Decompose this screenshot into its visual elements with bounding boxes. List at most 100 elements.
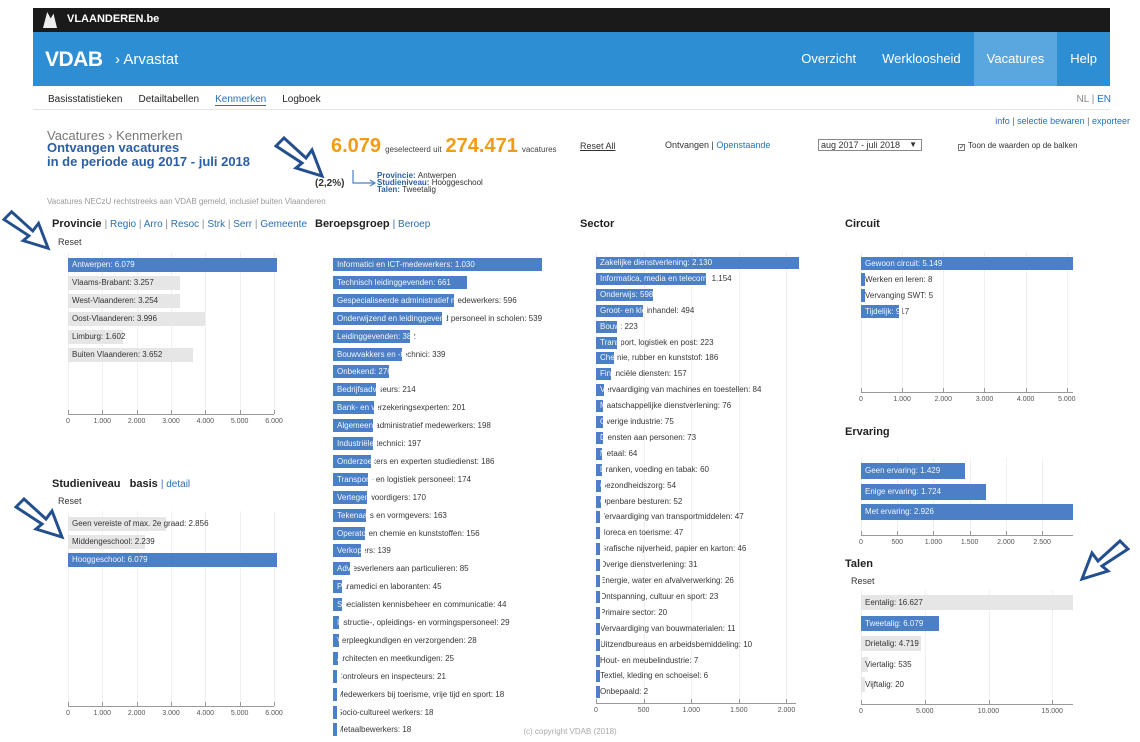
beroep-link[interactable]: Beroep — [398, 219, 430, 230]
sector-bar[interactable]: Vervaardiging van bouwmaterialen: 11 — [596, 622, 736, 635]
provincie-bar[interactable]: Vlaams-Brabant: 3.257 — [68, 276, 180, 290]
beroep-bar[interactable]: Informatici en ICT-medewerkers: 1.030 — [333, 258, 542, 271]
nav-werkloosheid[interactable]: Werkloosheid — [869, 32, 974, 86]
checkbox-icon[interactable]: ✓ — [958, 144, 965, 151]
lang-nl[interactable]: NL — [1077, 94, 1089, 105]
talen-bar[interactable]: Drietalig: 4.719 — [861, 636, 922, 651]
sector-bar[interactable]: Groot- en kleinhandel: 494 — [596, 304, 694, 317]
provincie-bar[interactable]: Antwerpen: 6.079 — [68, 258, 277, 272]
period-select[interactable]: aug 2017 - juli 2018 ▼ — [818, 139, 922, 151]
talen-bar[interactable]: Viertalig: 535 — [861, 656, 912, 672]
circuit-bar[interactable]: Gewoon circuit: 5.149 — [861, 257, 1073, 270]
beroep-bar[interactable]: Bouwvakkers en -technici: 339 — [333, 347, 446, 361]
beroep-bar[interactable]: Gespecialiseerde administratief medewerk… — [333, 293, 517, 307]
vdab-logo[interactable]: VDAB — [45, 48, 103, 72]
circuit-bar[interactable]: Tijdelijk: 917 — [861, 305, 909, 318]
beroep-bar[interactable]: Paramedici en laboranten: 45 — [333, 580, 442, 594]
sector-bar[interactable]: Informatica, media en telecom: 1.154 — [596, 272, 732, 285]
sector-bar[interactable]: Primaire sector: 20 — [596, 606, 667, 619]
tab-detailtabellen[interactable]: Detailtabellen — [138, 94, 199, 106]
ervaring-bar[interactable]: Geen ervaring: 1.429 — [861, 463, 965, 479]
sector-bar[interactable]: Vervaardiging van machines en toestellen… — [596, 384, 761, 397]
provincie-bar[interactable]: West-Vlaanderen: 3.254 — [68, 294, 180, 308]
level-link-strk[interactable]: Strk — [207, 219, 225, 230]
ontvangen-option[interactable]: Ontvangen — [665, 140, 709, 150]
export-link[interactable]: exporteer — [1092, 116, 1130, 126]
talen-reset[interactable]: Reset — [851, 576, 875, 586]
beroep-bar[interactable]: Instructie-, opleidings- en vormingspers… — [333, 616, 510, 629]
provincie-bar[interactable]: Buiten Vlaanderen: 3.652 — [68, 348, 194, 362]
nav-vacatures[interactable]: Vacatures — [973, 32, 1058, 86]
provincie-bar[interactable]: Oost-Vlaanderen: 3.996 — [68, 312, 206, 326]
beroep-bar[interactable]: Leidinggevenden: 382 — [333, 329, 416, 343]
beroep-bar[interactable]: Algemeen administratief medewerkers: 198 — [333, 419, 491, 433]
sector-bar[interactable]: Hout- en meubelindustrie: 7 — [596, 654, 698, 667]
nav-overzicht[interactable]: Overzicht — [788, 32, 869, 86]
beroep-bar[interactable]: Bedrijfsadviseurs: 214 — [333, 383, 416, 397]
vlaanderen-link[interactable]: VLAANDEREN.be — [67, 13, 159, 25]
save-selection-link[interactable]: selectie bewaren — [1017, 116, 1085, 126]
level-link-serr[interactable]: Serr — [233, 219, 252, 230]
sector-bar[interactable]: Dranken, voeding en tabak: 60 — [596, 463, 709, 476]
ervaring-bar[interactable]: Enige ervaring: 1.724 — [861, 483, 986, 500]
beroep-bar[interactable]: Controleurs en inspecteurs: 21 — [333, 669, 446, 683]
beroep-bar[interactable]: Vertegenwoordigers: 170 — [333, 490, 426, 504]
provincie-bar[interactable]: Limburg: 1.602 — [68, 330, 125, 344]
beroep-bar[interactable]: Industriële technici: 197 — [333, 437, 421, 450]
nav-help[interactable]: Help — [1057, 32, 1110, 86]
sector-bar[interactable]: Diensten aan personen: 73 — [596, 431, 696, 444]
beroep-bar[interactable]: Onderwijzend en leidinggevend personeel … — [333, 311, 542, 325]
sector-bar[interactable]: Overige dienstverlening: 31 — [596, 559, 697, 572]
sector-bar[interactable]: Chemie, rubber en kunststof: 186 — [596, 352, 718, 365]
app-breadcrumb[interactable]: › Arvastat — [115, 51, 178, 68]
detail-link[interactable]: detail — [166, 479, 190, 490]
beroep-bar[interactable]: Medewerkers bij toerisme, vrije tijd en … — [333, 687, 504, 701]
studie-bar[interactable]: Hooggeschool: 6.079 — [68, 553, 277, 567]
talen-bar[interactable]: Eentalig: 16.627 — [861, 595, 1073, 610]
level-link-regio[interactable]: Regio — [110, 219, 136, 230]
beroep-bar[interactable]: Verpleegkundigen en verzorgenden: 28 — [333, 633, 477, 647]
sector-bar[interactable]: Onderwijs: 598 — [596, 288, 653, 301]
sector-bar[interactable]: Overige industrie: 75 — [596, 416, 674, 428]
level-link-resoc[interactable]: Resoc — [171, 219, 199, 230]
sector-bar[interactable]: Grafische nijverheid, papier en karton: … — [596, 543, 746, 556]
sector-bar[interactable]: Horeca en toerisme: 47 — [596, 527, 683, 540]
beroep-bar[interactable]: Bank- en verzekeringsexperten: 201 — [333, 401, 466, 415]
sector-bar[interactable]: Energie, water en afvalverwerking: 26 — [596, 575, 734, 587]
tab-kenmerken[interactable]: Kenmerken — [215, 94, 267, 106]
circuit-bar[interactable]: Werken en leren: 8 — [861, 273, 932, 286]
studie-bar[interactable]: Geen vereiste of max. 2e graad: 2.856 — [68, 517, 209, 531]
beroep-bar[interactable]: Tekenaars en vormgevers: 163 — [333, 508, 447, 522]
show-values-toggle[interactable]: ✓ Toon de waarden op de balken — [958, 141, 1077, 151]
sector-bar[interactable]: Gezondheidszorg: 54 — [596, 479, 676, 492]
beroep-bar[interactable]: Operatoren chemie en kunststoffen: 156 — [333, 526, 480, 540]
level-link-gemeente[interactable]: Gemeente — [260, 219, 307, 230]
sector-bar[interactable]: Vervaardiging van transportmiddelen: 47 — [596, 511, 744, 524]
beroep-bar[interactable]: Onbekend: 276 — [333, 365, 392, 379]
talen-bar[interactable]: Tweetalig: 6.079 — [861, 615, 939, 631]
beroep-bar[interactable]: Technisch leidinggevenden: 661 — [333, 275, 468, 289]
sector-bar[interactable]: Financiële diensten: 157 — [596, 368, 687, 381]
studie-reset[interactable]: Reset — [58, 496, 82, 506]
talen-bar[interactable]: Vijftalig: 20 — [861, 677, 904, 692]
beroep-bar[interactable]: Socio-cultureel werkers: 18 — [333, 705, 433, 719]
sector-bar[interactable]: Openbare besturen: 52 — [596, 495, 682, 508]
sector-bar[interactable]: Onbepaald: 2 — [596, 686, 648, 699]
sector-bar[interactable]: Bouw: 223 — [596, 320, 638, 333]
sector-bar[interactable]: Uitzendbureaus en arbeidsbemiddeling: 10 — [596, 638, 752, 651]
tab-logboek[interactable]: Logboek — [282, 94, 320, 106]
provincie-reset[interactable]: Reset — [58, 237, 82, 247]
sector-bar[interactable]: Maatschappelijke dienstverlening: 76 — [596, 400, 731, 413]
sector-bar[interactable]: Transport, logistiek en post: 223 — [596, 336, 714, 349]
sector-bar[interactable]: Textiel, kleding en schoeisel: 6 — [596, 670, 708, 683]
reset-all-link[interactable]: Reset All — [580, 141, 616, 151]
beroep-bar[interactable]: Transport- en logistiek personeel: 174 — [333, 472, 471, 486]
level-link-arro[interactable]: Arro — [144, 219, 163, 230]
tab-basisstatistieken[interactable]: Basisstatistieken — [48, 94, 122, 106]
studie-bar[interactable]: Middengeschool: 2.239 — [68, 535, 155, 549]
info-link[interactable]: info — [995, 116, 1010, 126]
beroep-bar[interactable]: Verkopers: 139 — [333, 544, 391, 558]
sector-bar[interactable]: Zakelijke dienstverlening: 2.130 — [596, 257, 799, 269]
beroep-bar[interactable]: Adviesverleners aan particulieren: 85 — [333, 562, 469, 576]
beroep-bar[interactable]: Onderzoekers en experten studiedienst: 1… — [333, 454, 494, 468]
